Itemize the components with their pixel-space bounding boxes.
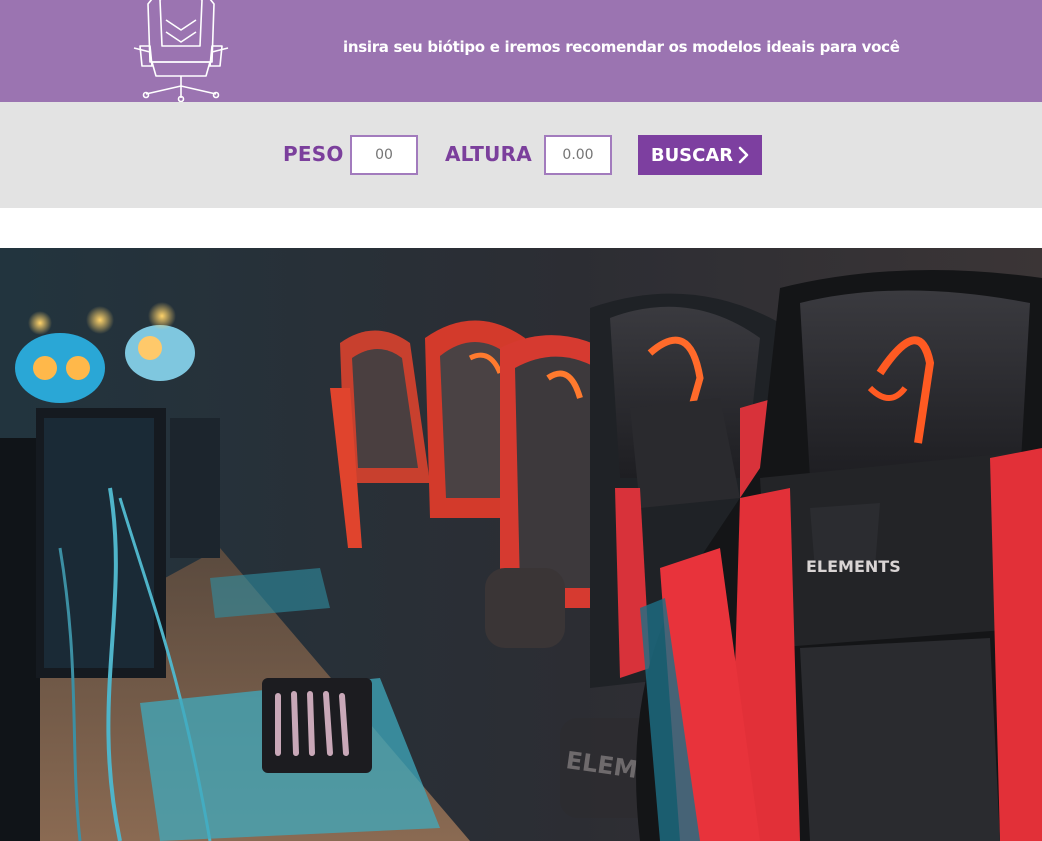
- hero-image: ELEMENTS ELEMENTS: [0, 248, 1042, 841]
- peso-input[interactable]: [350, 135, 418, 175]
- altura-label: ALTURA: [445, 142, 532, 166]
- chevron-right-icon: [738, 146, 749, 164]
- buscar-button-label: BUSCAR: [650, 144, 734, 166]
- buscar-button[interactable]: BUSCAR: [638, 135, 762, 175]
- peso-label: PESO: [283, 142, 344, 166]
- altura-input[interactable]: [544, 135, 612, 175]
- top-banner: insira seu biótipo e iremos recomendar o…: [0, 0, 1042, 103]
- header-tagline: insira seu biótipo e iremos recomendar o…: [343, 38, 900, 56]
- gaming-chair-icon: [126, 0, 236, 103]
- divider-strip: [0, 208, 1042, 248]
- chair-brand-text: ELEMENTS: [806, 557, 901, 576]
- search-bar: PESO ALTURA BUSCAR: [0, 102, 1042, 208]
